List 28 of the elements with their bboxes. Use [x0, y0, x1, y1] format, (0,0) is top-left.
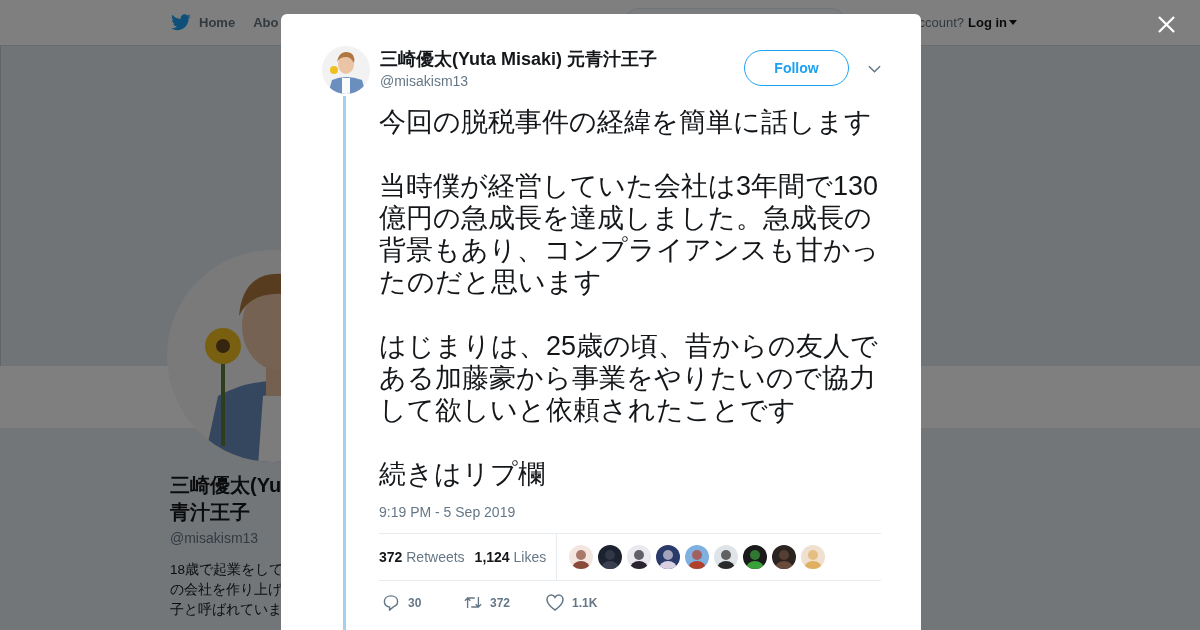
nav-link[interactable]: Abo [253, 15, 279, 30]
tweet-text: はじまりは、25歳の頃、昔からの友人である加藤豪から事業をやりたいので協力して欲しいと依頼されたことです [379, 330, 880, 426]
bio-text: 子と呼ばれていま [170, 601, 283, 619]
nav-link[interactable]: Home [199, 15, 236, 30]
tweet-text: 当時僕が経営していた会社は3年間で130億円の急成長を達成しました。急成長の背景もあり、コンプライアンスも甘かったのだと思います [379, 170, 880, 298]
stat-link[interactable]: 372 Retweets [379, 549, 465, 565]
action-button[interactable]: 1.1K [546, 594, 598, 611]
tweet-text: 続きはリプ欄 [379, 458, 546, 490]
author-name[interactable]: 三崎優太(Yuta Misaki) 元青汁王子 [380, 47, 744, 71]
chevron-down-icon[interactable] [868, 65, 881, 73]
bio-text: の会社を作り上げ [170, 581, 283, 599]
action-button[interactable]: 30 [382, 594, 434, 611]
follow-button[interactable]: Follow [744, 50, 849, 86]
bio-text: 18歳で起業をして [170, 561, 285, 579]
tweet-timestamp[interactable]: 9:19 PM - 5 Sep 2019 [379, 504, 891, 520]
login-link[interactable]: Log in [968, 15, 1017, 30]
profile-name: 青汁王子 [170, 500, 251, 525]
close-icon[interactable] [1158, 16, 1175, 33]
profile-handle: @misakism13 [170, 530, 260, 546]
tweet-text: 今回の脱税事件の経緯を簡単に話します [379, 106, 873, 138]
reply-icon [382, 594, 400, 611]
action-button[interactable]: 372 [464, 594, 516, 611]
stat-link[interactable]: 1,124 Likes [474, 549, 547, 565]
author-handle[interactable]: @misakism13 [380, 71, 744, 91]
retweet-icon [464, 594, 482, 611]
profile-name: 三崎優太(Yu [170, 473, 283, 498]
like-icon [546, 594, 564, 611]
caret-icon [1009, 20, 1017, 25]
